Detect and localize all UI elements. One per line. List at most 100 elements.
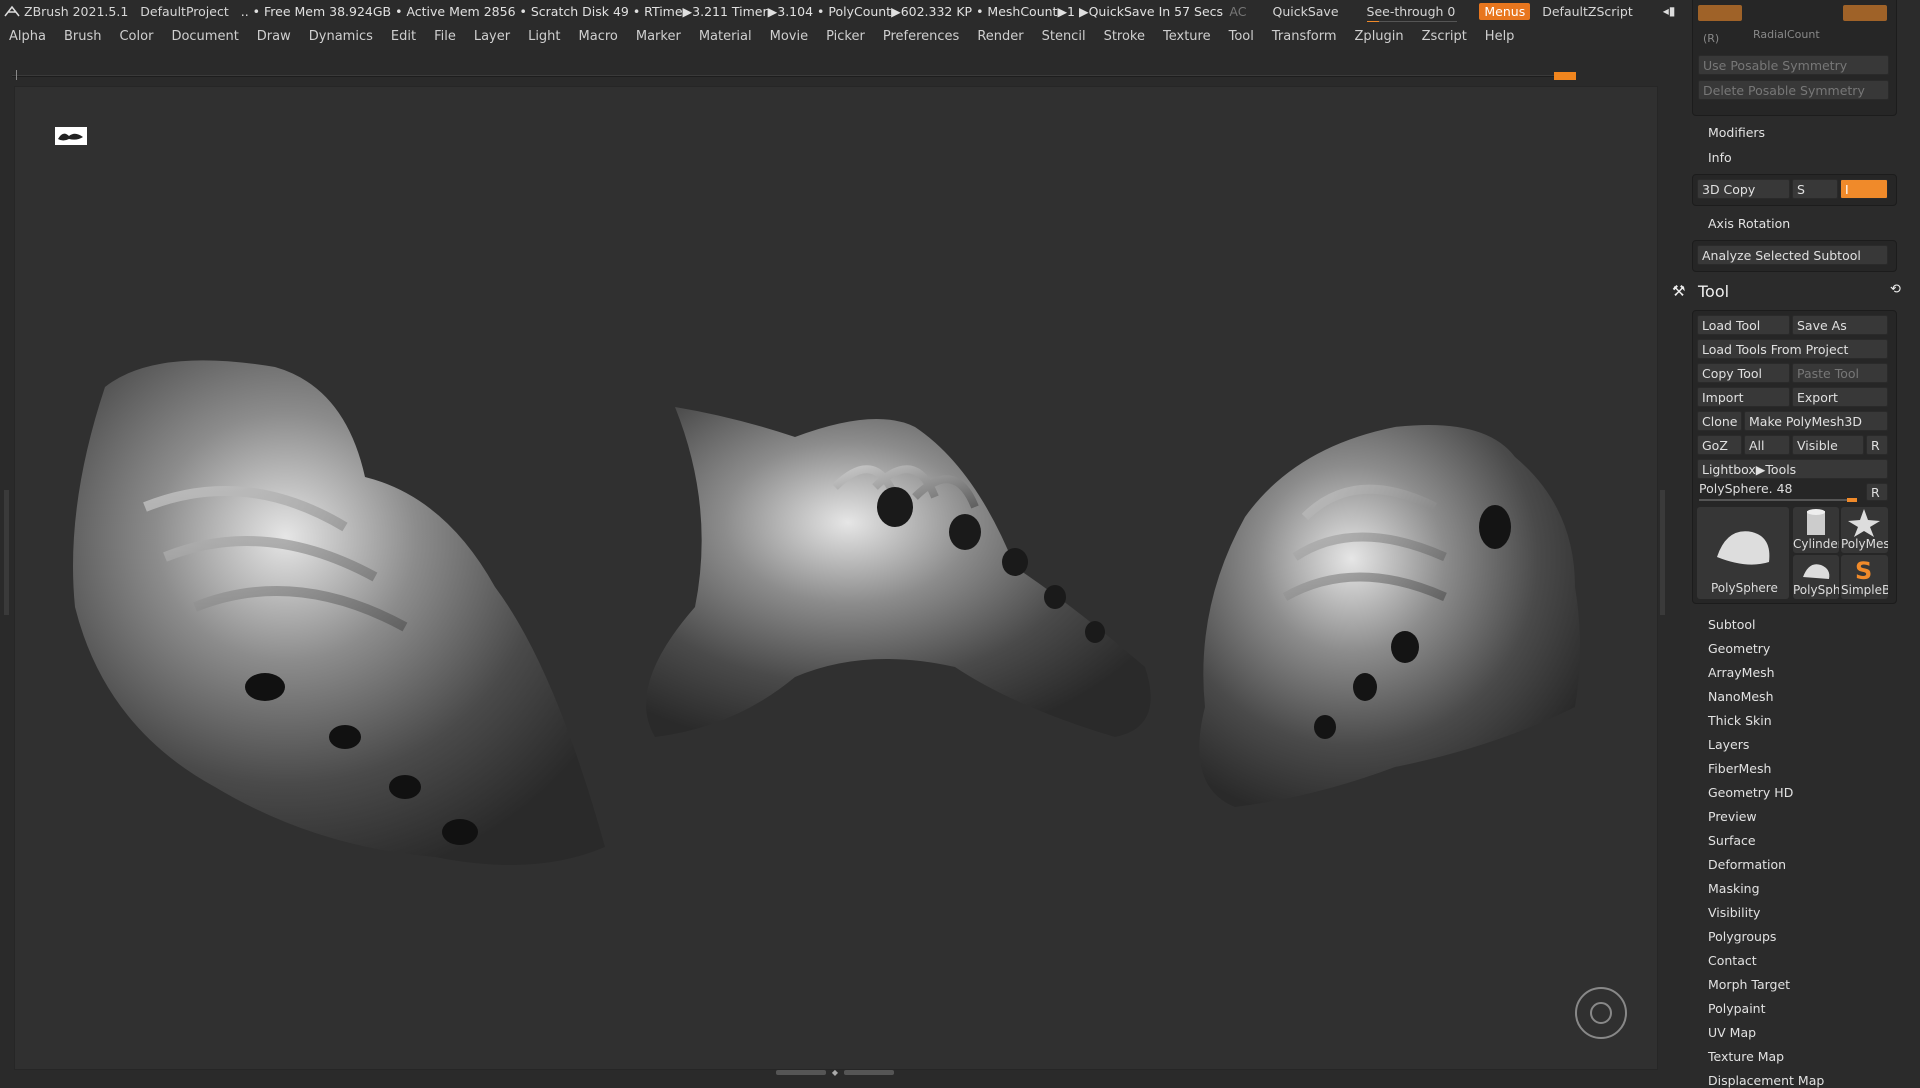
texture-map-section[interactable]: Texture Map [1708,1049,1784,1064]
masking-section[interactable]: Masking [1708,881,1760,896]
menu-file[interactable]: File [425,29,465,44]
contact-section[interactable]: Contact [1708,953,1757,968]
menu-transform[interactable]: Transform [1263,29,1346,44]
nanomesh-section[interactable]: NanoMesh [1708,689,1774,704]
delete-posable-symmetry-button[interactable]: Delete Posable Symmetry [1698,80,1889,100]
menu-render[interactable]: Render [968,29,1032,44]
script-button[interactable]: DefaultZScript [1542,4,1633,19]
export-button[interactable]: Export [1792,387,1888,407]
see-through-label: See-through 0 [1366,3,1456,19]
layers-section[interactable]: Layers [1708,737,1749,752]
menu-dynamics[interactable]: Dynamics [300,29,382,44]
polysphere-slider[interactable] [1699,498,1857,502]
menu-macro[interactable]: Macro [570,29,627,44]
surface-section[interactable]: Surface [1708,833,1756,848]
import-button[interactable]: Import [1697,387,1790,407]
radial-count-slider[interactable]: RadialCount [1753,28,1820,41]
r-slider-button[interactable]: R [1866,483,1888,501]
menu-marker[interactable]: Marker [627,29,690,44]
menu-picker[interactable]: Picker [817,29,874,44]
polysphere-thumbnail[interactable]: PolySphere [1697,507,1789,599]
polymesh-star-thumbnail[interactable]: PolyMes [1841,507,1888,553]
menu-movie[interactable]: Movie [761,29,817,44]
menu-zscript[interactable]: Zscript [1413,29,1476,44]
menu-light[interactable]: Light [519,29,569,44]
s-button[interactable]: S [1792,179,1838,199]
thick-skin-section[interactable]: Thick Skin [1708,713,1772,728]
timeline-marker[interactable] [1554,72,1576,80]
goz-button[interactable]: GoZ [1697,435,1742,455]
pin-icon[interactable]: ⚒ [1672,282,1685,300]
displacement-map-section[interactable]: Displacement Map [1708,1073,1824,1088]
quicksave-button[interactable]: QuickSave [1272,4,1338,19]
simple-brush-thumbnail[interactable]: S SimpleB [1841,555,1888,599]
use-posable-symmetry-button[interactable]: Use Posable Symmetry [1698,55,1889,75]
menu-alpha[interactable]: Alpha [0,29,55,44]
preview-section[interactable]: Preview [1708,809,1757,824]
menu-color[interactable]: Color [110,29,162,44]
modifiers-section[interactable]: Modifiers [1708,125,1765,140]
paste-tool-button[interactable]: Paste Tool [1792,363,1888,383]
analyze-selected-subtool-button[interactable]: Analyze Selected Subtool [1697,245,1888,265]
visibility-section[interactable]: Visibility [1708,905,1760,920]
see-through-slider[interactable]: See-through 0 [1366,3,1468,24]
polysphere-small-thumbnail[interactable]: PolySph [1793,555,1839,599]
sculpt-model-center[interactable] [646,407,1151,737]
sculpt-model-right[interactable] [1199,425,1580,807]
cylinder-thumbnail[interactable]: Cylinder [1793,507,1839,553]
lightbox-tools-button[interactable]: Lightbox▶Tools [1697,459,1888,479]
polypaint-section[interactable]: Polypaint [1708,1001,1766,1016]
menu-zplugin[interactable]: Zplugin [1346,29,1413,44]
r-button[interactable]: R [1866,435,1888,455]
document-canvas[interactable] [14,86,1658,1070]
gizmo-navigation-icon[interactable] [1575,987,1627,1039]
menu-tool[interactable]: Tool [1220,29,1263,44]
clone-button[interactable]: Clone [1697,411,1742,431]
arraymesh-section[interactable]: ArrayMesh [1708,665,1775,680]
layout-left-icon[interactable]: ◂▮ [1663,4,1676,19]
sculpt-models[interactable] [15,87,1657,1069]
save-as-button[interactable]: Save As [1792,315,1888,335]
menu-stroke[interactable]: Stroke [1095,29,1154,44]
uv-map-section[interactable]: UV Map [1708,1025,1756,1040]
subtool-section[interactable]: Subtool [1708,617,1755,632]
menu-material[interactable]: Material [690,29,761,44]
menu-layer[interactable]: Layer [465,29,519,44]
menu-help[interactable]: Help [1476,29,1524,44]
polygroups-section[interactable]: Polygroups [1708,929,1776,944]
tool-palette-header[interactable]: ⚒ Tool ⟲ [1672,280,1920,304]
load-tool-button[interactable]: Load Tool [1697,315,1790,335]
ac-button[interactable]: AC [1229,4,1246,19]
menus-button[interactable]: Menus [1479,2,1531,20]
axis-rotation-section[interactable]: Axis Rotation [1708,216,1790,231]
menu-edit[interactable]: Edit [382,29,425,44]
visible-button[interactable]: Visible [1792,435,1864,455]
i-toggle[interactable]: I [1840,179,1888,199]
menu-brush[interactable]: Brush [55,29,111,44]
geometry-section[interactable]: Geometry [1708,641,1770,656]
radial-toggle[interactable]: (R) [1703,32,1719,45]
sculpt-model-left[interactable] [73,360,605,865]
morph-target-section[interactable]: Morph Target [1708,977,1790,992]
refresh-icon[interactable]: ⟲ [1890,282,1901,297]
copy-tool-button[interactable]: Copy Tool [1697,363,1790,383]
bottom-tray-handle[interactable]: ◆ [770,1069,900,1078]
project-name[interactable]: DefaultProject [140,4,228,19]
menu-preferences[interactable]: Preferences [874,29,968,44]
all-button[interactable]: All [1744,435,1790,455]
menu-stencil[interactable]: Stencil [1033,29,1095,44]
menu-texture[interactable]: Texture [1154,29,1220,44]
menu-draw[interactable]: Draw [248,29,300,44]
3d-copy-button[interactable]: 3D Copy [1697,179,1790,199]
timeline[interactable] [12,70,1576,80]
menu-document[interactable]: Document [162,29,247,44]
menu-bar: Alpha Brush Color Document Draw Dynamics… [0,22,1690,50]
make-polymesh3d-button[interactable]: Make PolyMesh3D [1744,411,1888,431]
geometry-hd-section[interactable]: Geometry HD [1708,785,1793,800]
load-tools-from-project-button[interactable]: Load Tools From Project [1697,339,1888,359]
deformation-section[interactable]: Deformation [1708,857,1786,872]
info-section[interactable]: Info [1708,150,1732,165]
left-tray-handle[interactable] [4,490,9,615]
fibermesh-section[interactable]: FiberMesh [1708,761,1771,776]
right-tray-handle[interactable] [1660,490,1665,615]
